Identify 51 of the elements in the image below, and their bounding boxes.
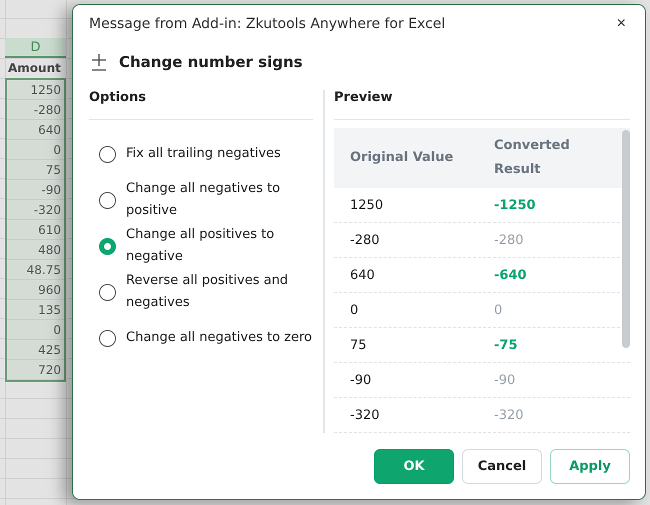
table-cell-text: -75 — [494, 338, 518, 352]
table-cell-text: -1250 — [494, 198, 537, 212]
table-cell-text: 0 — [350, 302, 360, 318]
option-label[interactable]: Fix all trailing negatives — [126, 143, 281, 165]
scrollbar[interactable] — [622, 130, 630, 348]
table-cell-text: Amount — [7, 60, 62, 77]
table-cell: 135 — [7, 300, 64, 320]
table-cell-text: -280 — [350, 232, 381, 248]
option-label[interactable]: Reverse all positives and negatives — [126, 270, 313, 314]
table-cell: 0 — [7, 320, 64, 340]
table-cell: 960 — [7, 280, 64, 300]
column-header: Converted Result — [494, 137, 571, 179]
table-cell: 720 — [7, 360, 64, 380]
table-cell-text: -320 — [494, 408, 525, 422]
radio-button[interactable] — [99, 284, 116, 300]
option-label[interactable]: Change all negatives to positive — [126, 178, 313, 222]
table-cell: 610 — [7, 220, 64, 240]
table-cell-text: -320 — [350, 408, 381, 422]
table-cell-text: 0 — [494, 302, 504, 318]
table-cell-text: -90 — [494, 372, 516, 388]
table-cell: 0 — [7, 140, 64, 160]
table-cell: 480 — [7, 240, 64, 260]
plus-minus-icon — [89, 52, 109, 72]
table-cell: 75 — [7, 160, 64, 180]
table-cell-text: -640 — [494, 268, 528, 282]
table-cell: 425 — [7, 340, 64, 360]
table-cell-text: 75 — [350, 338, 368, 352]
radio-button[interactable] — [99, 330, 116, 346]
table-cell-text: 1250 — [350, 198, 384, 212]
cancel-button[interactable]: Cancel — [462, 449, 542, 484]
radio-button[interactable] — [99, 192, 116, 208]
radio-button[interactable] — [99, 146, 116, 162]
apply-button[interactable]: Apply — [550, 449, 630, 484]
table-cell-text: -280 — [494, 232, 525, 248]
section-title: Preview — [334, 90, 630, 120]
window-title: Message from Add-in: Zkutools Anywhere for Excel — [89, 16, 446, 32]
close-button[interactable]: × — [612, 15, 630, 34]
table-cell-text: -90 — [350, 372, 372, 388]
table-cell: -280 — [7, 100, 64, 120]
section-title: Options — [89, 90, 313, 120]
option-label[interactable]: Change all positives to negative — [126, 224, 313, 268]
table-cell: -320 — [7, 200, 64, 220]
table-cell: -90 — [7, 180, 64, 200]
table-cell: 1250 — [7, 80, 64, 100]
dialog-heading: Change number signs — [119, 52, 303, 71]
table-cell: 640 — [7, 120, 64, 140]
table-cell-text: 640 — [350, 268, 376, 282]
option-label[interactable]: Change all negatives to zero — [126, 327, 312, 349]
table-cell: 48.75 — [7, 260, 64, 280]
radio-button[interactable] — [99, 238, 116, 254]
column-header: Original Value — [350, 149, 454, 167]
